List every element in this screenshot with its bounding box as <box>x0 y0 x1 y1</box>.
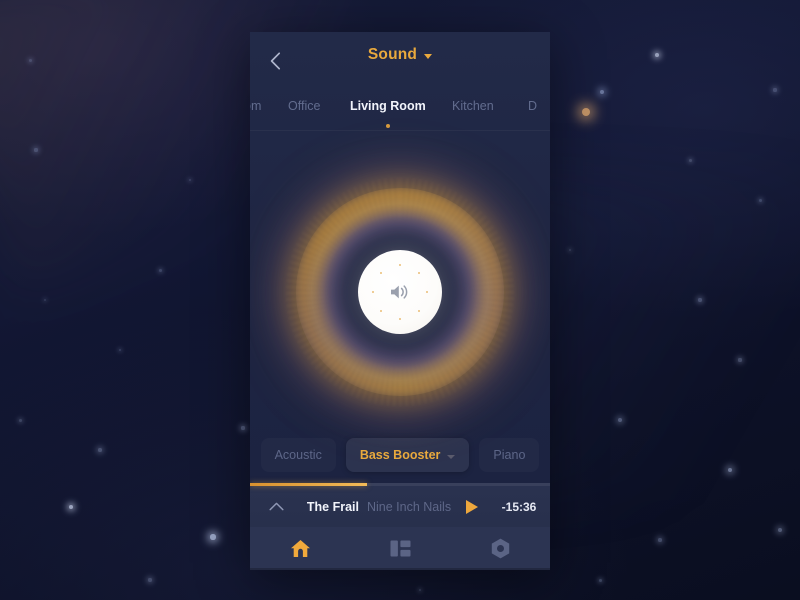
star <box>658 538 662 542</box>
caret-down-icon <box>424 54 433 59</box>
dashboard-icon <box>390 540 410 557</box>
track-metadata[interactable]: The Frail Nine Inch Nails <box>302 500 456 514</box>
app-header: Sound <box>250 32 550 88</box>
room-tab-om[interactable]: om <box>250 99 261 113</box>
room-tabs: om Office Living Room Kitchen D <box>250 88 550 132</box>
star <box>118 348 122 352</box>
star <box>34 148 38 152</box>
star <box>28 58 32 62</box>
active-tab-indicator <box>386 124 390 128</box>
star <box>688 158 692 162</box>
tabs-divider <box>250 130 550 131</box>
room-tab-d[interactable]: D <box>528 99 537 113</box>
volume-level-dot <box>398 317 402 321</box>
chevron-up-icon <box>268 502 284 511</box>
volume-level-dot <box>371 290 375 294</box>
star <box>18 418 22 422</box>
volume-level-dot <box>379 309 383 313</box>
nav-item-settings[interactable] <box>450 538 550 559</box>
volume-level-dot <box>417 309 421 313</box>
speaker-power-button[interactable] <box>358 250 442 334</box>
star <box>241 426 245 430</box>
star <box>698 298 702 302</box>
star <box>568 248 572 252</box>
star <box>618 418 622 422</box>
room-tab-kitchen[interactable]: Kitchen <box>452 99 494 113</box>
star <box>599 89 605 95</box>
star <box>43 298 47 302</box>
room-tab-office[interactable]: Office <box>288 99 320 113</box>
star <box>418 588 422 592</box>
bottom-navigation <box>250 527 550 570</box>
volume-level-dot <box>398 263 402 267</box>
star <box>773 88 777 92</box>
star <box>727 467 733 473</box>
star <box>188 178 192 182</box>
volume-level-dot <box>417 271 421 275</box>
eq-preset-label: Piano <box>493 448 526 462</box>
title-dropdown[interactable]: Sound <box>250 46 550 64</box>
star <box>655 53 659 57</box>
nav-bottom-divider <box>250 568 550 570</box>
nav-item-dashboard[interactable] <box>350 540 450 557</box>
play-icon <box>466 499 478 514</box>
track-title: The Frail <box>306 499 359 514</box>
star <box>68 504 74 510</box>
speaker-volume-icon <box>391 285 408 299</box>
star <box>738 358 742 362</box>
star <box>778 528 782 532</box>
room-tab-list[interactable]: om Office Living Room Kitchen D <box>250 88 550 124</box>
eq-preset-acoustic[interactable]: Acoustic <box>261 438 336 472</box>
play-button[interactable] <box>456 499 488 514</box>
star <box>148 578 152 582</box>
eq-preset-label: Acoustic <box>274 448 322 462</box>
eq-preset-piano[interactable]: Piano <box>479 438 539 472</box>
sound-app-panel: Sound om Office Living Room Kitchen D Acoust… <box>250 32 550 570</box>
star <box>158 268 162 272</box>
star <box>210 534 216 540</box>
expand-player-button[interactable] <box>250 502 302 511</box>
star <box>598 578 602 582</box>
room-tab-living-room[interactable]: Living Room <box>350 99 426 113</box>
eq-preset-label: Bass Booster <box>359 448 441 462</box>
volume-level-dot <box>425 290 429 294</box>
star <box>758 198 762 202</box>
nav-item-home[interactable] <box>250 539 350 558</box>
settings-nut-icon <box>491 538 509 559</box>
star <box>98 448 102 452</box>
equalizer-preset-row: Acoustic Bass Booster Piano <box>250 432 550 478</box>
time-remaining: -15:36 <box>501 499 537 514</box>
sound-visualizer <box>250 132 550 452</box>
eq-preset-bass-booster[interactable]: Bass Booster <box>345 438 470 472</box>
track-artist: Nine Inch Nails <box>367 499 452 514</box>
page-title: Sound <box>367 46 418 63</box>
home-icon <box>290 540 310 557</box>
now-playing-bar: The Frail Nine Inch Nails -15:36 <box>250 483 550 527</box>
star <box>581 107 591 117</box>
chevron-down-icon <box>447 454 456 459</box>
volume-level-dot <box>379 271 383 275</box>
